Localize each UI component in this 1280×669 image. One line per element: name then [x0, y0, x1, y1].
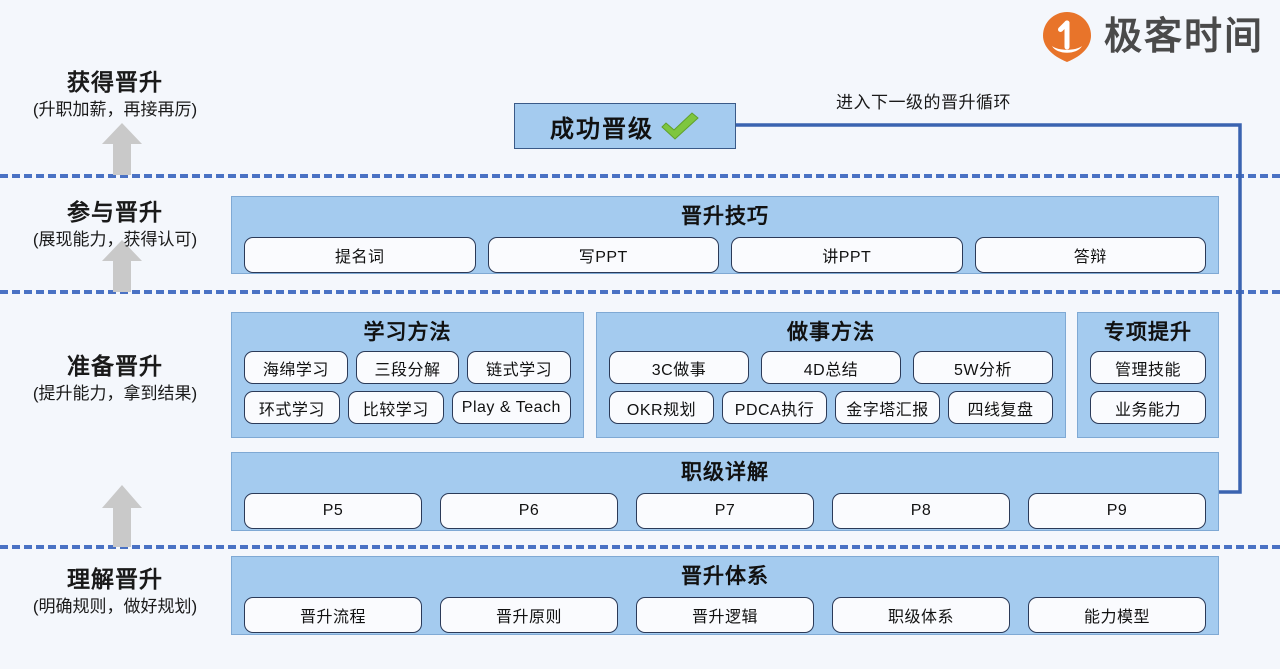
chip-promotion-logic[interactable]: 晋升逻辑 [636, 597, 814, 633]
chip-nomination[interactable]: 提名词 [244, 237, 476, 273]
panel-title: 职级详解 [681, 461, 769, 484]
chip-p9[interactable]: P9 [1028, 493, 1206, 529]
divider-stage-3 [0, 545, 1280, 549]
brand-name: 极客时间 [1103, 16, 1264, 58]
up-arrow-to-promoted [101, 123, 143, 175]
stage-subtitle: (升职加薪，再接再厉) [32, 99, 198, 119]
chip-row: 提名词 写PPT 讲PPT 答辩 [232, 237, 1218, 273]
stage-label-prepare: 准备晋升 (提升能力，拿到结果) [0, 352, 230, 406]
chip-business-capability[interactable]: 业务能力 [1090, 391, 1206, 424]
panel-title: 专项提升 [1104, 321, 1192, 344]
stage-subtitle: (展现能力，获得认可) [32, 229, 198, 249]
green-check-icon [660, 111, 700, 141]
chip-row-2: 环式学习 比较学习 Play & Teach [232, 391, 583, 424]
stage-title: 准备晋升 [67, 353, 163, 379]
chip-row-1: 3C做事 4D总结 5W分析 [597, 351, 1065, 384]
chip-promotion-principles[interactable]: 晋升原则 [440, 597, 618, 633]
chip-write-ppt[interactable]: 写PPT [487, 237, 719, 273]
chip-level-system[interactable]: 职级体系 [832, 597, 1010, 633]
chip-row: 晋升流程 晋升原则 晋升逻辑 职级体系 能力模型 [232, 597, 1218, 633]
chip-sponge-learning[interactable]: 海绵学习 [244, 351, 348, 384]
chip-row-1: 海绵学习 三段分解 链式学习 [232, 351, 583, 384]
chip-defense[interactable]: 答辩 [974, 237, 1206, 273]
chip-row: P5 P6 P7 P8 P9 [232, 493, 1218, 529]
chip-chain-learning[interactable]: 链式学习 [467, 351, 572, 384]
panel-title: 晋升技巧 [681, 205, 769, 228]
chip-present-ppt[interactable]: 讲PPT [731, 237, 963, 273]
chip-promotion-process[interactable]: 晋升流程 [244, 597, 422, 633]
chip-four-line-review[interactable]: 四线复盘 [948, 391, 1053, 424]
chip-three-stage-decomposition[interactable]: 三段分解 [355, 351, 460, 384]
brand-logo: 极客时间 [1040, 10, 1264, 64]
chip-okr-planning[interactable]: OKR规划 [609, 391, 714, 424]
panel-title: 晋升体系 [681, 565, 769, 588]
chip-row-2: OKR规划 PDCA执行 金字塔汇报 四线复盘 [597, 391, 1065, 424]
stage-label-understand: 理解晋升 (明确规则，做好规划) [0, 565, 230, 619]
chip-p7[interactable]: P7 [636, 493, 814, 529]
chip-pyramid-reporting[interactable]: 金字塔汇报 [835, 391, 940, 424]
stage-label-participate: 参与晋升 (展现能力，获得认可) [0, 198, 230, 252]
chip-loop-learning[interactable]: 环式学习 [244, 391, 340, 424]
panel-title: 做事方法 [787, 321, 875, 344]
stage-subtitle: (明确规则，做好规划) [32, 596, 198, 616]
panel-level-details: 职级详解 P5 P6 P7 P8 P9 [231, 452, 1219, 531]
stage-label-get-promoted: 获得晋升 (升职加薪，再接再厉) [0, 68, 230, 122]
diagram-canvas: 极客时间 获得晋升 (升职加薪，再接再厉) 参与晋升 (展现能力，获得认可) 准… [0, 0, 1280, 669]
chip-capability-model[interactable]: 能力模型 [1028, 597, 1206, 633]
chip-p6[interactable]: P6 [440, 493, 618, 529]
stage-title: 获得晋升 [67, 69, 163, 95]
stage-subtitle: (提升能力，拿到结果) [32, 383, 198, 403]
chip-p5[interactable]: P5 [244, 493, 422, 529]
chip-management-skills[interactable]: 管理技能 [1090, 351, 1206, 384]
chip-comparative-learning[interactable]: 比较学习 [347, 391, 444, 424]
chip-3c-doing[interactable]: 3C做事 [609, 351, 749, 384]
panel-special-improvement: 专项提升 管理技能 业务能力 [1077, 312, 1219, 438]
stage-title: 理解晋升 [67, 566, 163, 592]
chip-pdca-execution[interactable]: PDCA执行 [722, 391, 827, 424]
success-label: 成功晋级 [550, 115, 654, 143]
panel-promotion-skills: 晋升技巧 提名词 写PPT 讲PPT 答辩 [231, 196, 1219, 274]
up-arrow-to-prepare [101, 485, 143, 547]
chip-play-and-teach[interactable]: Play & Teach [451, 391, 571, 424]
chip-5w-analysis[interactable]: 5W分析 [913, 351, 1053, 384]
chip-p8[interactable]: P8 [832, 493, 1010, 529]
chip-row-2: 业务能力 [1078, 391, 1218, 424]
panel-title: 学习方法 [363, 321, 452, 344]
geektime-logo-icon [1040, 10, 1094, 64]
panel-promotion-system: 晋升体系 晋升流程 晋升原则 晋升逻辑 职级体系 能力模型 [231, 556, 1219, 635]
chip-4d-summary[interactable]: 4D总结 [761, 351, 901, 384]
stage-title: 参与晋升 [67, 199, 163, 225]
panel-learning-methods: 学习方法 海绵学习 三段分解 链式学习 环式学习 比较学习 Play & Tea… [231, 312, 584, 438]
chip-row-1: 管理技能 [1078, 351, 1218, 384]
panel-work-methods: 做事方法 3C做事 4D总结 5W分析 OKR规划 PDCA执行 金字塔汇报 四… [596, 312, 1066, 438]
success-promotion-box[interactable]: 成功晋级 [514, 103, 736, 149]
